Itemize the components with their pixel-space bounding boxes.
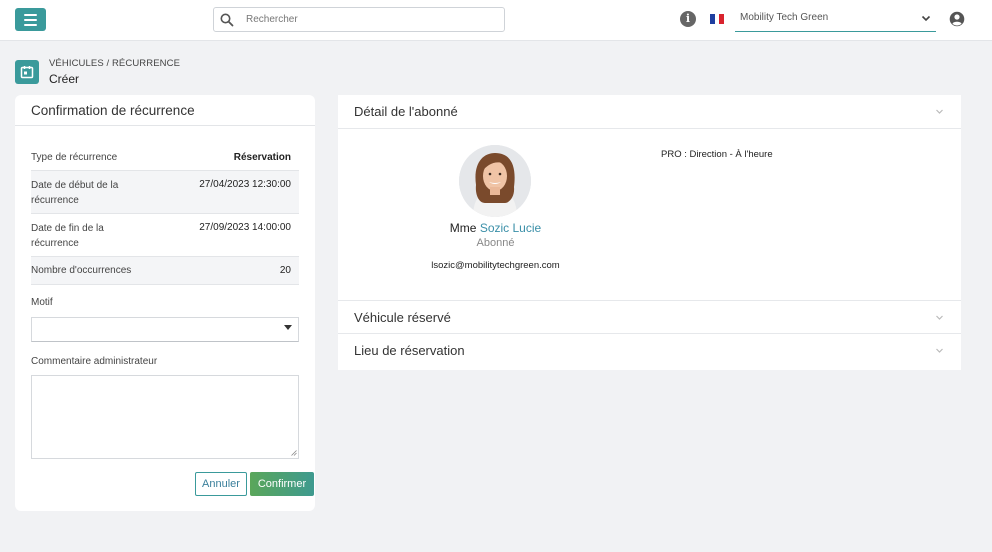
resize-grip-icon[interactable] bbox=[291, 450, 297, 456]
subscriber-civility: Mme bbox=[449, 221, 477, 235]
detail-label: Type de récurrence bbox=[31, 152, 118, 163]
section-title: Véhicule réservé bbox=[354, 310, 451, 325]
search-icon bbox=[220, 13, 234, 27]
detail-value: 27/04/2023 12:30:00 bbox=[199, 179, 291, 190]
motif-label: Motif bbox=[31, 297, 53, 308]
admin-comment-textarea[interactable] bbox=[31, 375, 299, 459]
detail-value: Réservation bbox=[233, 152, 291, 163]
subscriber-email: lsozic@mobilitytechgreen.com bbox=[431, 260, 560, 271]
info-icon[interactable]: i bbox=[680, 11, 696, 27]
detail-row: Date de fin de la récurrence 27/09/2023 … bbox=[31, 214, 299, 257]
organization-select[interactable]: Mobility Tech Green bbox=[735, 7, 936, 32]
motif-select[interactable] bbox=[31, 317, 299, 342]
flag-fr-icon[interactable] bbox=[710, 14, 725, 24]
top-bar: i Mobility Tech Green bbox=[0, 0, 992, 41]
menu-icon-line bbox=[24, 13, 37, 16]
subscriber-role: Abonné bbox=[476, 237, 515, 249]
divider bbox=[15, 125, 315, 126]
user-circle-icon[interactable] bbox=[949, 11, 965, 27]
detail-label: Date de fin de la récurrence bbox=[31, 223, 104, 249]
search-box bbox=[213, 7, 505, 32]
menu-icon-line bbox=[24, 23, 37, 26]
comment-label: Commentaire administrateur bbox=[31, 356, 158, 367]
avatar bbox=[459, 145, 531, 217]
chevron-down-icon bbox=[936, 348, 943, 353]
portrait-image bbox=[459, 145, 531, 217]
caret-down-icon bbox=[284, 325, 292, 330]
detail-row: Type de récurrence Réservation bbox=[31, 143, 299, 171]
section-title: Détail de l'abonné bbox=[354, 104, 458, 119]
page-title: Créer bbox=[49, 72, 80, 86]
section-title: Lieu de réservation bbox=[354, 343, 465, 358]
chevron-down-icon bbox=[921, 15, 931, 22]
chevron-down-icon bbox=[936, 109, 943, 114]
detail-row: Nombre d'occurrences 20 bbox=[31, 257, 299, 285]
vehicle-section-header[interactable]: Véhicule réservé bbox=[338, 300, 961, 334]
menu-button[interactable] bbox=[15, 8, 46, 31]
cancel-button[interactable]: Annuler bbox=[195, 472, 247, 496]
detail-value: 27/09/2023 14:00:00 bbox=[199, 222, 291, 233]
menu-icon-line bbox=[24, 18, 37, 21]
confirm-button[interactable]: Confirmer bbox=[250, 472, 314, 496]
location-section-header[interactable]: Lieu de réservation bbox=[338, 334, 961, 368]
detail-label: Date de début de la récurrence bbox=[31, 180, 119, 206]
calendar-icon bbox=[15, 60, 39, 84]
details-panel: Détail de l'abonné Mme Sozic Lucie Abonn… bbox=[338, 95, 961, 370]
chevron-down-icon bbox=[936, 315, 943, 320]
subscriber-name-line: Mme Sozic Lucie bbox=[378, 221, 613, 235]
subscriber-profile: PRO : Direction - À l'heure bbox=[661, 149, 773, 160]
subscriber-name-link[interactable]: Sozic Lucie bbox=[480, 221, 541, 235]
subscriber-section-header[interactable]: Détail de l'abonné bbox=[338, 95, 961, 129]
recurrence-confirmation-card: Confirmation de récurrence Type de récur… bbox=[15, 95, 315, 511]
card-title: Confirmation de récurrence bbox=[31, 103, 195, 118]
search-input[interactable] bbox=[246, 11, 496, 28]
detail-row: Date de début de la récurrence 27/04/202… bbox=[31, 171, 299, 214]
detail-value: 20 bbox=[279, 265, 291, 276]
detail-label: Nombre d'occurrences bbox=[31, 265, 132, 276]
breadcrumb: VÉHICULES / RÉCURRENCE bbox=[49, 58, 181, 69]
organization-label: Mobility Tech Green bbox=[740, 12, 829, 23]
